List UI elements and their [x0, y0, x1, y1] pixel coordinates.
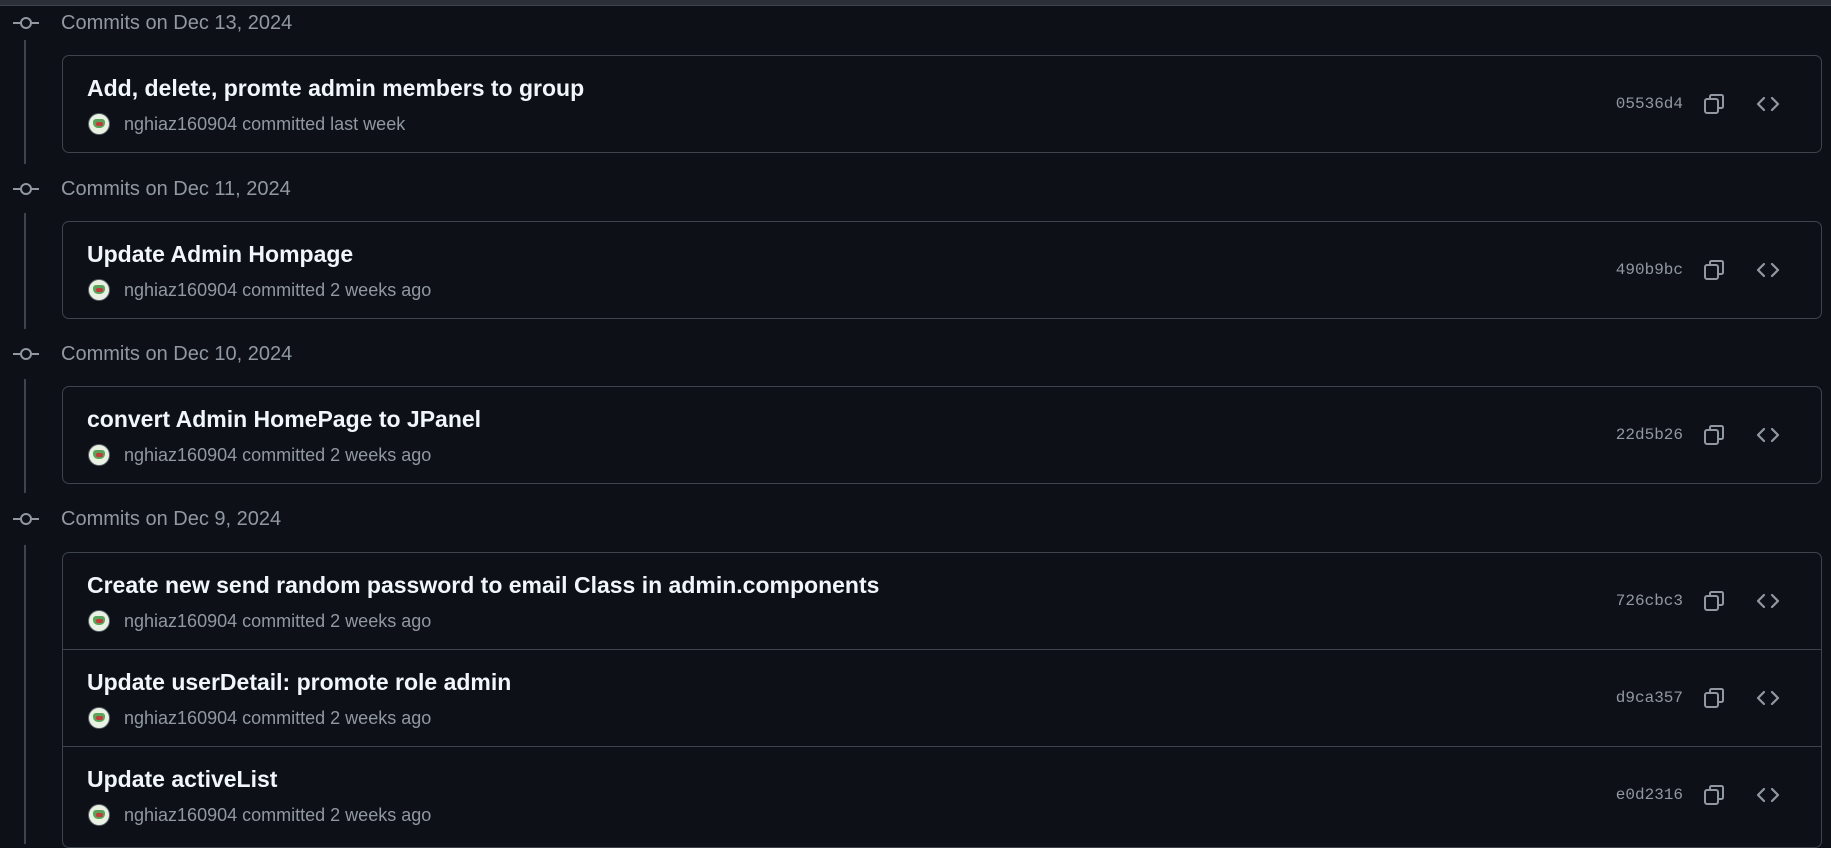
copy-icon	[1704, 591, 1724, 611]
author-link[interactable]: nghiaz160904	[124, 280, 237, 300]
commit-group-header: Commits on Dec 11, 2024	[0, 174, 1831, 204]
commit-group-date: Commits on Dec 9, 2024	[61, 508, 282, 530]
avatar[interactable]	[88, 804, 110, 826]
commit-sha-link[interactable]: 05536d4	[1616, 95, 1683, 113]
author-link[interactable]: nghiaz160904	[124, 805, 237, 825]
commit-time: 2 weeks ago	[330, 280, 432, 300]
commit-sha-link[interactable]: 726cbc3	[1616, 592, 1683, 610]
commit-verb: committed	[242, 114, 326, 134]
git-commit-icon	[13, 181, 39, 197]
commit-meta: nghiaz160904 committed 2 weeks ago	[124, 804, 431, 826]
browse-repo-button[interactable]	[1750, 583, 1786, 619]
commit-list: Update Admin Hompage nghiaz160904 commit…	[62, 221, 1822, 319]
commit-message-link[interactable]: Update activeList	[87, 765, 277, 793]
commit-row: Add, delete, promte admin members to gro…	[63, 56, 1821, 152]
commit-meta: nghiaz160904 committed 2 weeks ago	[124, 610, 431, 632]
commit-message-link[interactable]: Add, delete, promte admin members to gro…	[87, 74, 584, 102]
author-link[interactable]: nghiaz160904	[124, 611, 237, 631]
commit-time: 2 weeks ago	[330, 445, 432, 465]
commit-meta: nghiaz160904 committed 2 weeks ago	[124, 707, 431, 729]
copy-sha-button[interactable]	[1696, 680, 1732, 716]
browse-repo-button[interactable]	[1750, 417, 1786, 453]
commit-verb: committed	[242, 805, 326, 825]
timeline-rail	[24, 213, 26, 329]
copy-sha-button[interactable]	[1696, 777, 1732, 813]
copy-icon	[1704, 785, 1724, 805]
commit-time: 2 weeks ago	[330, 805, 432, 825]
commit-group-date: Commits on Dec 11, 2024	[61, 178, 291, 200]
avatar[interactable]	[88, 444, 110, 466]
avatar[interactable]	[88, 113, 110, 135]
commit-verb: committed	[242, 445, 326, 465]
commit-row: Update activeList nghiaz160904 committed…	[63, 746, 1821, 843]
author-link[interactable]: nghiaz160904	[124, 708, 237, 728]
commit-verb: committed	[242, 708, 326, 728]
commit-list: Create new send random password to email…	[62, 552, 1822, 848]
commit-group-date: Commits on Dec 10, 2024	[61, 343, 293, 365]
commit-verb: committed	[242, 611, 326, 631]
timeline-rail	[24, 545, 26, 844]
timeline-rail	[24, 40, 26, 164]
commit-group-header: Commits on Dec 13, 2024	[0, 8, 1831, 38]
git-commit-icon	[13, 511, 39, 527]
code-icon	[1756, 787, 1780, 803]
commit-message-link[interactable]: convert Admin HomePage to JPanel	[87, 405, 481, 433]
avatar[interactable]	[88, 707, 110, 729]
code-icon	[1756, 96, 1780, 112]
browse-repo-button[interactable]	[1750, 86, 1786, 122]
copy-sha-button[interactable]	[1696, 417, 1732, 453]
code-icon	[1756, 427, 1780, 443]
code-icon	[1756, 262, 1780, 278]
copy-icon	[1704, 688, 1724, 708]
commit-timeline: Commits on Dec 13, 2024 Add, delete, pro…	[0, 0, 1831, 848]
commit-group-header: Commits on Dec 9, 2024	[0, 504, 1831, 534]
commit-row: convert Admin HomePage to JPanel nghiaz1…	[63, 387, 1821, 483]
code-icon	[1756, 593, 1780, 609]
author-link[interactable]: nghiaz160904	[124, 445, 237, 465]
copy-icon	[1704, 425, 1724, 445]
git-commit-icon	[13, 15, 39, 31]
commit-group-header: Commits on Dec 10, 2024	[0, 339, 1831, 369]
copy-sha-button[interactable]	[1696, 86, 1732, 122]
commit-time: last week	[330, 114, 406, 134]
git-commit-icon	[13, 346, 39, 362]
commit-time: 2 weeks ago	[330, 708, 432, 728]
commit-group-date: Commits on Dec 13, 2024	[61, 12, 293, 34]
commit-message-link[interactable]: Create new send random password to email…	[87, 571, 879, 599]
commit-list: Add, delete, promte admin members to gro…	[62, 55, 1822, 153]
commit-time: 2 weeks ago	[330, 611, 432, 631]
commit-sha-link[interactable]: 490b9bc	[1616, 261, 1683, 279]
avatar[interactable]	[88, 279, 110, 301]
commit-meta: nghiaz160904 committed 2 weeks ago	[124, 279, 431, 301]
copy-sha-button[interactable]	[1696, 252, 1732, 288]
commit-meta: nghiaz160904 committed 2 weeks ago	[124, 444, 431, 466]
browse-repo-button[interactable]	[1750, 777, 1786, 813]
browse-repo-button[interactable]	[1750, 252, 1786, 288]
commit-meta: nghiaz160904 committed last week	[124, 113, 405, 135]
timeline-rail	[24, 379, 26, 493]
avatar[interactable]	[88, 610, 110, 632]
commit-row: Update userDetail: promote role admin ng…	[63, 649, 1821, 746]
copy-sha-button[interactable]	[1696, 583, 1732, 619]
commit-row: Create new send random password to email…	[63, 553, 1821, 649]
commit-message-link[interactable]: Update userDetail: promote role admin	[87, 668, 511, 696]
browse-repo-button[interactable]	[1750, 680, 1786, 716]
commit-row: Update Admin Hompage nghiaz160904 commit…	[63, 222, 1821, 318]
commit-sha-link[interactable]: 22d5b26	[1616, 426, 1683, 444]
author-link[interactable]: nghiaz160904	[124, 114, 237, 134]
commit-verb: committed	[242, 280, 326, 300]
commit-list: convert Admin HomePage to JPanel nghiaz1…	[62, 386, 1822, 484]
code-icon	[1756, 690, 1780, 706]
commit-sha-link[interactable]: e0d2316	[1616, 786, 1683, 804]
commit-message-link[interactable]: Update Admin Hompage	[87, 240, 353, 268]
copy-icon	[1704, 260, 1724, 280]
commit-sha-link[interactable]: d9ca357	[1616, 689, 1683, 707]
copy-icon	[1704, 94, 1724, 114]
